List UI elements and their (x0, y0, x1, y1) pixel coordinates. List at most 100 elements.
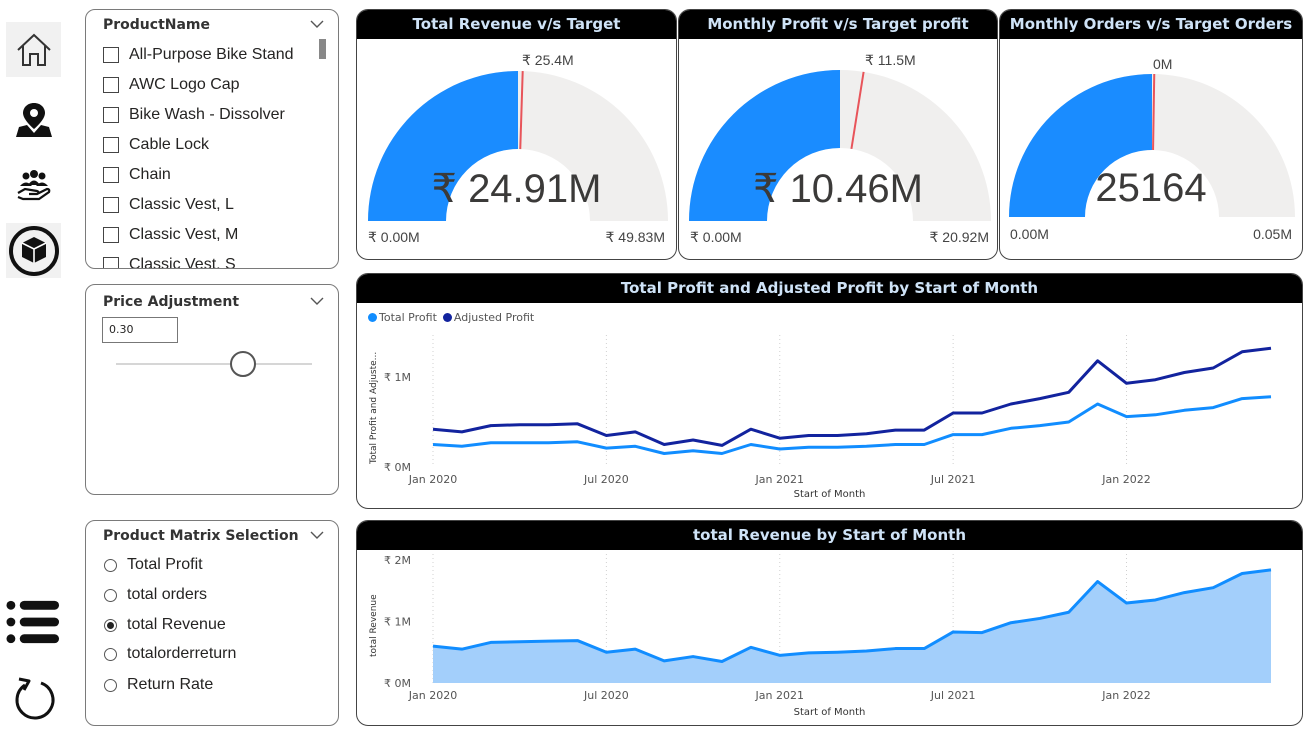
gauge-min-label: ₹ 0.00M (690, 229, 742, 245)
x-tick-label: Jan 2022 (1101, 473, 1150, 486)
profit-line-chart-card: Total Profit and Adjusted Profit by Star… (356, 273, 1303, 509)
customers-button[interactable] (6, 158, 61, 213)
radio-option[interactable]: total orders (104, 585, 207, 605)
gauge-max-label: 0.05M (1253, 226, 1292, 242)
gauge-max-label: ₹ 49.83M (605, 229, 666, 245)
product-icon (8, 225, 59, 276)
price-adjustment-title: Price Adjustment (103, 294, 240, 310)
chart-title: total Revenue by Start of Month (357, 521, 1302, 550)
x-axis-label: Start of Month (793, 707, 866, 718)
y-tick-label: ₹ 0M (384, 677, 411, 690)
radio-button[interactable] (104, 558, 117, 572)
checkbox[interactable] (103, 77, 119, 93)
list-item[interactable]: Chain (103, 160, 313, 190)
map-button[interactable] (6, 92, 61, 147)
matrix-selection-title: Product Matrix Selection (103, 528, 299, 544)
list-item[interactable]: All-Purpose Bike Stand (103, 40, 313, 70)
gauge-target-marker (1152, 74, 1156, 151)
y-tick-label: ₹ 2M (384, 554, 411, 567)
checkbox[interactable] (103, 227, 119, 243)
revenue-area-chart: Jan 2020 Jul 2020 Jan 2021 Jul 2021 Jan 2022… (384, 554, 1272, 702)
reset-button[interactable] (6, 670, 61, 725)
radio-option-label: Total Profit (127, 556, 203, 573)
chart-title: Total Profit and Adjusted Profit by Star… (357, 274, 1302, 303)
list-item[interactable]: Classic Vest, M (103, 220, 313, 250)
x-tick-label: Jul 2021 (930, 689, 976, 702)
radio-option-label: totalorderreturn (127, 645, 237, 662)
gauge-title: Monthly Profit v/s Target profit (679, 10, 997, 39)
x-tick-label: Jul 2020 (583, 473, 629, 486)
series-line (432, 346, 1272, 447)
radio-option[interactable]: Return Rate (104, 675, 213, 695)
revenue-gauge (368, 71, 668, 221)
home-icon (16, 33, 51, 66)
gauge-value: 25164 (1095, 166, 1207, 210)
y-tick-label: ₹ 1M (384, 616, 411, 629)
checkbox[interactable] (103, 47, 119, 63)
profit-gauge (689, 70, 991, 221)
gauge-target-label: 0M (1153, 56, 1173, 72)
x-tick-label: Jan 2021 (755, 689, 804, 702)
x-tick-label: Jan 2021 (755, 473, 804, 486)
x-tick-label: Jan 2020 (408, 473, 457, 486)
gauge-title: Monthly Orders v/s Target Orders (1000, 10, 1302, 39)
radio-option[interactable]: Total Profit (104, 555, 203, 575)
checkbox[interactable] (103, 137, 119, 153)
list-item[interactable]: Classic Vest, S (103, 250, 313, 268)
list-button[interactable] (6, 594, 61, 649)
radio-button[interactable] (104, 678, 117, 692)
list-item[interactable]: Cable Lock (103, 130, 313, 160)
chevron-down-icon[interactable] (310, 296, 324, 306)
price-adjustment-card: Price Adjustment 0.30 (85, 284, 339, 495)
chevron-down-icon[interactable] (310, 530, 324, 540)
list-item[interactable]: AWC Logo Cap (103, 70, 313, 100)
x-axis-label: Start of Month (793, 489, 866, 500)
radio-option-label: total Revenue (127, 616, 226, 633)
product-button[interactable] (6, 223, 61, 278)
gauge-target-label: ₹ 25.4M (522, 52, 574, 68)
chevron-down-icon[interactable] (310, 19, 324, 29)
radio-option-label: total orders (127, 586, 208, 603)
product-slicer-title: ProductName (103, 17, 211, 33)
radio-button[interactable] (104, 647, 117, 661)
checkbox[interactable] (103, 167, 119, 183)
slider-track[interactable] (116, 363, 312, 365)
slider-handle[interactable] (230, 351, 256, 377)
list-item-label: Cable Lock (129, 136, 210, 153)
list-item[interactable]: Classic Vest, L (103, 190, 313, 220)
x-tick-label: Jul 2021 (930, 473, 976, 486)
list-icon (6, 600, 60, 643)
gauge-min-label: ₹ 0.00M (368, 229, 420, 245)
y-tick-label: ₹ 0M (384, 461, 411, 474)
orders-gauge-card: Monthly Orders v/s Target Orders 0M 2516… (999, 9, 1303, 260)
product-matrix-selection-card: Product Matrix Selection Total Profit to… (85, 520, 339, 726)
radio-button[interactable] (104, 588, 117, 602)
radio-option-label: Return Rate (127, 676, 214, 693)
checkbox[interactable] (103, 257, 119, 268)
gauge-min-label: 0.00M (1010, 226, 1049, 242)
gauge-title: Total Revenue v/s Target (357, 10, 676, 39)
radio-option-selected[interactable]: total Revenue (104, 615, 226, 635)
price-adjustment-input[interactable]: 0.30 (102, 317, 178, 343)
list-item-label: Classic Vest, S (129, 256, 236, 268)
gauge-max-label: ₹ 20.92M (929, 229, 990, 245)
reset-icon (15, 677, 54, 719)
y-tick-label: ₹ 1M (384, 371, 411, 384)
checkbox[interactable] (103, 197, 119, 213)
list-item-label: Classic Vest, L (129, 196, 234, 213)
x-tick-label: Jul 2020 (583, 689, 629, 702)
radio-option[interactable]: totalorderreturn (104, 644, 236, 664)
profit-line-chart: Jan 2020 Jul 2020 Jan 2021 Jul 2021 Jan 2022… (384, 335, 1272, 486)
area-fill (433, 569, 1271, 683)
revenue-area-chart-card: total Revenue by Start of Month total Re… (356, 520, 1303, 726)
list-item-label: All-Purpose Bike Stand (129, 46, 294, 63)
revenue-gauge-card: Total Revenue v/s Target ₹ 25.4M ₹ 24.91… (356, 9, 677, 260)
scrollbar[interactable] (319, 39, 326, 59)
product-name-slicer: ProductName All-Purpose Bike Stand AWC L… (85, 9, 339, 269)
radio-button-selected[interactable] (104, 618, 117, 632)
checkbox[interactable] (103, 107, 119, 123)
list-item[interactable]: Bike Wash - Dissolver (103, 100, 313, 130)
home-button[interactable] (6, 22, 61, 77)
profit-gauge-card: Monthly Profit v/s Target profit ₹ 11.5M… (678, 9, 998, 260)
customers-icon (16, 169, 50, 200)
